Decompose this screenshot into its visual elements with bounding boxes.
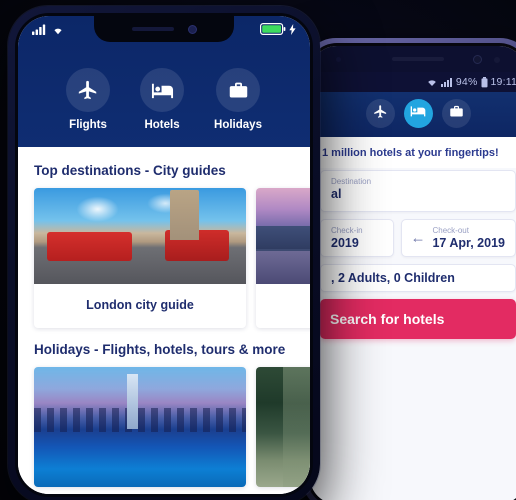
bed-icon <box>140 68 185 112</box>
signal-bars-icon <box>440 77 453 87</box>
nav-tab-hotels[interactable]: Hotels <box>140 68 185 131</box>
android-phone-screen: 94% 19:11 1 million hotels at your finge… <box>310 46 516 500</box>
iphone-bezel: Flights Hotels Holidays Top destinations… <box>15 13 313 497</box>
app-content-scroll[interactable]: Top destinations - City guides London ci… <box>18 147 310 494</box>
android-proximity-sensor-icon <box>494 57 500 63</box>
check-in-value: 2019 <box>331 236 359 250</box>
app-nav-tabs: Flights Hotels Holidays <box>18 42 310 135</box>
date-fields-row: Check-in 2019 ← Check-out 17 Apr, 2019 <box>320 219 516 257</box>
tab-flights[interactable] <box>365 99 395 128</box>
nav-tab-flights[interactable]: Flights <box>66 68 111 131</box>
signal-bars-icon <box>32 24 46 35</box>
hotel-search-form: Destination al Check-in 2019 ← Check-out… <box>310 168 516 500</box>
briefcase-icon <box>449 104 464 124</box>
status-left-group <box>32 24 65 35</box>
arrow-left-icon[interactable]: ← <box>410 231 425 246</box>
london-image <box>34 188 246 284</box>
guests-value: , 2 Adults, 0 Children <box>331 271 455 285</box>
check-out-field[interactable]: ← Check-out 17 Apr, 2019 <box>401 219 516 257</box>
android-nav-tabs <box>310 92 516 137</box>
top-destinations-carousel[interactable]: London city guide <box>18 188 310 328</box>
app-header: Flights Hotels Holidays <box>18 16 310 147</box>
holidays-carousel[interactable] <box>18 367 310 487</box>
bed-icon <box>410 103 426 124</box>
destination-label: Destination <box>331 177 372 186</box>
briefcase-icon <box>216 68 260 112</box>
check-out-value: 17 Apr, 2019 <box>432 236 505 250</box>
guests-field[interactable]: , 2 Adults, 0 Children <box>320 264 516 292</box>
check-out-label: Check-out <box>432 226 469 235</box>
destination-value: al <box>331 187 342 201</box>
nav-tab-holidays-label: Holidays <box>214 119 262 131</box>
dubai-image <box>34 367 246 487</box>
garden-image <box>256 367 310 487</box>
airplane-icon <box>66 68 111 112</box>
tab-hotels[interactable] <box>403 99 433 128</box>
battery-icon <box>481 76 488 88</box>
destination-card-caption: London city guide <box>86 298 194 312</box>
section-title-holidays: Holidays - Flights, hotels, tours & more <box>34 342 286 357</box>
big-ben-shape <box>169 189 200 240</box>
destination-card-caption <box>256 284 310 314</box>
ios-status-bar <box>18 16 310 42</box>
section-title-top-destinations: Top destinations - City guides <box>34 163 226 178</box>
battery-full-icon <box>260 23 286 35</box>
charging-bolt-icon <box>289 23 296 35</box>
status-right-group <box>260 23 296 35</box>
check-in-field[interactable]: Check-in 2019 <box>320 219 395 257</box>
bali-image <box>256 188 310 284</box>
android-notch-bar <box>310 46 516 72</box>
battery-percent-label: 94% <box>455 76 478 88</box>
destination-card[interactable]: London city guide <box>34 188 246 328</box>
android-phone-bezel: 94% 19:11 1 million hotels at your finge… <box>307 43 516 500</box>
nav-tab-flights-label: Flights <box>69 119 107 131</box>
destination-card[interactable] <box>256 188 310 328</box>
android-earpiece-speaker <box>392 57 444 61</box>
android-phone-mockup: 94% 19:11 1 million hotels at your finge… <box>302 38 516 500</box>
iphone-screen: Flights Hotels Holidays Top destinations… <box>18 16 310 494</box>
check-in-label: Check-in <box>331 226 363 235</box>
scene-stage: 94% 19:11 1 million hotels at your finge… <box>0 0 516 500</box>
iphone-mockup: Flights Hotels Holidays Top destinations… <box>8 6 320 500</box>
clock-label: 19:11 <box>490 76 516 88</box>
wifi-icon <box>51 24 65 35</box>
tab-holidays[interactable] <box>441 99 471 128</box>
wifi-icon <box>426 77 438 87</box>
holiday-card[interactable] <box>34 367 246 487</box>
android-sensor-dot-icon <box>336 57 341 62</box>
android-front-camera-icon <box>473 55 482 64</box>
holiday-card[interactable] <box>256 367 310 487</box>
nav-tab-holidays[interactable]: Holidays <box>214 68 262 131</box>
search-for-hotels-button[interactable]: Search for hotels <box>320 299 516 339</box>
android-status-bar: 94% 19:11 <box>310 72 516 92</box>
airplane-icon <box>373 104 388 124</box>
destination-field[interactable]: Destination al <box>320 170 516 212</box>
nav-tab-hotels-label: Hotels <box>144 119 180 131</box>
hotels-tagline: 1 million hotels at your fingertips! <box>310 137 516 168</box>
